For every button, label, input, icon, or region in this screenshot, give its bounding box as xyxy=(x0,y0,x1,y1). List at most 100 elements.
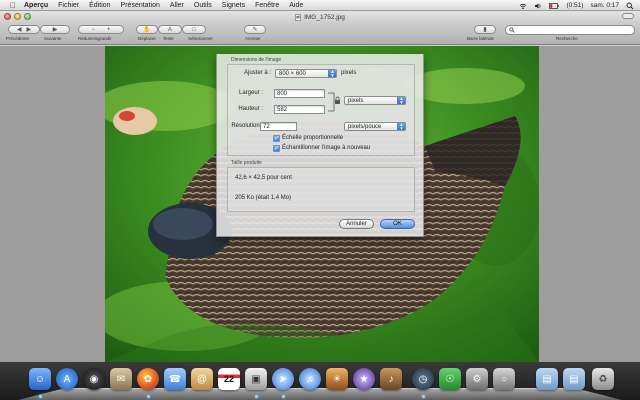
menu-clock[interactable]: sam. 0:17 xyxy=(590,2,619,9)
imovie-icon[interactable]: ★ xyxy=(353,368,375,390)
height-field[interactable]: 582 xyxy=(274,105,325,114)
text-tool-button[interactable]: A xyxy=(158,25,182,34)
running-indicator xyxy=(422,395,425,398)
zoom-label: Réduire/agrandir xyxy=(78,36,112,41)
resolution-field[interactable]: 72 xyxy=(260,122,297,131)
result-size-group xyxy=(227,167,415,212)
garageband-icon[interactable]: ♪ xyxy=(380,368,402,390)
fit-unit-label: pixels xyxy=(341,70,357,76)
next-button[interactable]: ▶ xyxy=(40,25,70,34)
menu-fenetre[interactable]: Fenêtre xyxy=(255,2,279,9)
documents-folder-icon[interactable]: ▤ xyxy=(563,368,585,390)
scale-proportionally-checkbox[interactable]: ✓ xyxy=(273,135,280,142)
section-dimensions-heading: Dimensions de l'image xyxy=(231,57,282,63)
unit-popup-value: pixels xyxy=(348,98,364,104)
section-size-heading: Taille produite xyxy=(231,160,262,166)
select-tool-button[interactable]: □ xyxy=(182,25,206,34)
arrow-left-icon[interactable]: ◀ xyxy=(17,26,22,33)
safari-icon[interactable]: ➤ xyxy=(272,368,294,390)
running-indicator xyxy=(282,395,285,398)
height-label: Hauteur : xyxy=(238,106,263,112)
apple-menu-icon[interactable]:  xyxy=(8,0,18,10)
menu-app-apercu[interactable]: Aperçu xyxy=(24,2,48,9)
text-cursor-icon: A xyxy=(167,26,172,33)
zoom-out-icon[interactable]: − xyxy=(92,27,96,33)
iphoto-icon[interactable]: ☀ xyxy=(326,368,348,390)
running-indicator xyxy=(39,395,42,398)
menu-presentation[interactable]: Présentation xyxy=(121,2,160,9)
unit-popup[interactable]: pixels ▲ ▼ xyxy=(344,96,406,105)
zoom-in-icon[interactable]: + xyxy=(107,27,111,33)
trash-icon[interactable]: ♻ xyxy=(592,368,614,390)
dashboard-icon[interactable]: ◉ xyxy=(83,368,105,390)
annotate-button[interactable]: ✎ xyxy=(244,25,266,34)
arrow-right-icon: ▶ xyxy=(52,27,58,33)
finder-icon[interactable]: ☺ xyxy=(29,368,51,390)
search-icon xyxy=(509,27,515,33)
time-machine-icon[interactable]: ◷ xyxy=(412,368,434,390)
volume-icon[interactable] xyxy=(534,2,542,10)
battery-time: (0:51) xyxy=(566,2,584,9)
menu-aller[interactable]: Aller xyxy=(170,2,184,9)
percent-result: 42,6 × 42,5 pour cent xyxy=(235,175,292,181)
toolbar-toggle-button[interactable] xyxy=(622,13,634,19)
previous-next-control[interactable]: ◀ ▶ xyxy=(8,25,40,34)
system-preferences-icon[interactable]: ⚙ xyxy=(466,368,488,390)
running-indicator xyxy=(147,395,150,398)
close-window-button[interactable] xyxy=(4,13,11,20)
zoom-window-button[interactable] xyxy=(24,13,31,20)
next-label: Suivante xyxy=(44,36,62,41)
search-input[interactable] xyxy=(505,25,635,35)
address-book-icon[interactable]: @ xyxy=(191,368,213,390)
itunes-icon[interactable]: ♫ xyxy=(299,368,321,390)
wifi-icon[interactable] xyxy=(519,2,527,10)
firefox-icon[interactable]: ✿ xyxy=(137,368,159,390)
fit-popup[interactable]: 800 × 600 ▲ ▼ xyxy=(275,69,337,78)
window-titlebar[interactable]: IMG_1752.jpg xyxy=(0,11,640,23)
applications-folder-icon[interactable]: ▤ xyxy=(536,368,558,390)
selection-icon: □ xyxy=(192,26,196,33)
ichat-icon[interactable]: ☎ xyxy=(164,368,186,390)
menu-fichier[interactable]: Fichier xyxy=(58,2,79,9)
scale-proportionally-label[interactable]: Échelle proportionnelle xyxy=(282,135,343,141)
menu-extras: (0:51) sam. 0:17 xyxy=(519,0,634,11)
preview-icon[interactable]: ▣ xyxy=(245,368,267,390)
ical-icon[interactable]: 22 xyxy=(218,368,240,390)
resample-label[interactable]: Échantillonner l'image à nouveau xyxy=(282,145,370,151)
text-label: Texte xyxy=(163,36,174,41)
hand-icon: ✋ xyxy=(143,27,151,33)
sidebar-button[interactable]: ▮ xyxy=(474,25,496,34)
width-field[interactable]: 800 xyxy=(274,89,325,98)
minimize-window-button[interactable] xyxy=(14,13,21,20)
battery-icon[interactable] xyxy=(549,2,560,10)
previous-label: Précédente xyxy=(6,36,30,41)
menu-outils[interactable]: Outils xyxy=(194,2,212,9)
dock-shelf xyxy=(18,388,622,400)
menu-edition[interactable]: Édition xyxy=(89,2,110,9)
resolution-unit-value: pixels/pouce xyxy=(348,124,382,130)
zoom-control[interactable]: − + xyxy=(78,25,124,34)
menu-aide[interactable]: Aide xyxy=(289,2,303,9)
cancel-button[interactable]: Annuler xyxy=(339,219,374,229)
arrow-right-icon[interactable]: ▶ xyxy=(27,26,32,33)
resolution-label: Résolution : xyxy=(231,123,263,129)
resample-checkbox[interactable]: ✓ xyxy=(273,145,280,152)
facetime-icon[interactable]: ☉ xyxy=(439,368,461,390)
screen:  Aperçu Fichier Édition Présentation Al… xyxy=(0,0,640,400)
mail-stamp-icon[interactable]: ✉ xyxy=(110,368,132,390)
photo-booth-icon[interactable]: ○ xyxy=(493,368,515,390)
toolbar: ◀ ▶ ▶ Précédente Suivante − + Réduire/ag… xyxy=(0,23,640,45)
sidebar-label: Barre latérale xyxy=(467,36,495,41)
annotate-label: Annoter xyxy=(245,36,261,41)
app-store-icon[interactable]: A xyxy=(56,368,78,390)
popup-arrows-icon: ▲ ▼ xyxy=(397,96,405,104)
running-indicator xyxy=(255,395,258,398)
sidebar-icon: ▮ xyxy=(483,27,487,33)
checkmark-icon: ✓ xyxy=(274,136,280,142)
width-label: Largeur : xyxy=(238,90,263,96)
move-tool-button[interactable]: ✋ xyxy=(136,25,158,34)
menu-signets[interactable]: Signets xyxy=(222,2,245,9)
resolution-unit-popup[interactable]: pixels/pouce ▲ ▼ xyxy=(344,122,406,131)
spotlight-icon[interactable] xyxy=(626,2,634,10)
ok-button[interactable]: OK xyxy=(380,219,415,229)
